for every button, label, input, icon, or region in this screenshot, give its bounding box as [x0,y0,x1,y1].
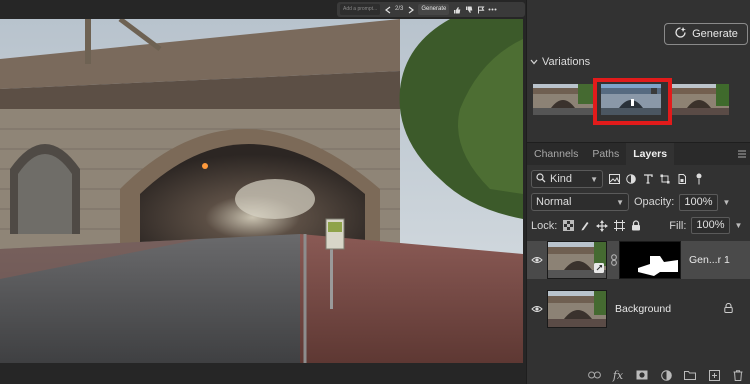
visibility-eye-icon[interactable] [527,256,547,264]
layer-row-generative[interactable]: Gen...r 1 [527,241,750,279]
context-generate-button[interactable]: Generate [418,4,450,15]
variations-gallery [533,78,745,125]
lock-image-pixels-icon[interactable] [579,220,591,232]
chevron-down-icon: ▼ [616,197,624,207]
variation-image [669,84,729,115]
flag-icon[interactable] [476,5,485,14]
layer-mask-image [620,242,680,278]
selected-variation-highlight [593,78,672,125]
delete-layer-icon[interactable] [731,368,745,382]
more-options-icon[interactable] [488,5,497,14]
new-layer-icon[interactable] [707,368,721,382]
blend-row: Normal ▼ Opacity: 100% ▼ [527,193,750,211]
canvas-image[interactable] [0,19,523,363]
next-variation-icon[interactable] [406,5,415,14]
lock-all-icon[interactable] [630,220,642,232]
panel-menu-icon[interactable] [733,143,750,165]
smart-object-filter-icon[interactable] [676,173,688,185]
variation-image [533,84,593,115]
add-mask-icon[interactable] [635,368,649,382]
tunnel-photo [0,19,523,363]
blend-mode-value: Normal [536,196,572,208]
lock-row: Lock: Fill: 100% ▼ [527,217,750,234]
panel-tabs: Channels Paths Layers [527,143,750,165]
tab-layers[interactable]: Layers [626,143,675,165]
filter-toggle-icon[interactable] [693,173,705,185]
layer-name[interactable]: Background [615,303,671,315]
link-layers-icon[interactable] [587,368,601,382]
collapse-chevron-icon[interactable] [530,56,538,68]
generate-button-label: Generate [692,28,738,40]
layers-bottom-toolbar: fx [527,366,750,384]
layer-filter-row: Kind ▼ [527,170,750,188]
generate-label: Generate [421,6,447,12]
lock-transparent-pixels-icon[interactable] [562,220,574,232]
thumbs-down-icon[interactable] [464,5,473,14]
variations-title: Variations [542,56,591,68]
layer-thumbnail[interactable] [547,290,607,328]
thumbs-up-icon[interactable] [452,5,461,14]
tab-channels[interactable]: Channels [527,143,585,165]
pixel-layer-filter-icon[interactable] [608,173,620,185]
search-icon [536,172,546,186]
blend-mode-select[interactable]: Normal ▼ [531,193,629,211]
generate-sparkle-icon [674,26,687,42]
opacity-field[interactable]: 100% [679,193,718,211]
mask-link-icon[interactable] [609,254,619,266]
layer-mask-thumbnail[interactable] [619,241,681,279]
contextual-task-bar: Add a prompt... 2/3 Generate [337,2,525,17]
opacity-label: Opacity: [634,196,675,208]
variation-thumbnail-1[interactable] [533,84,593,115]
type-layer-filter-icon[interactable] [642,173,654,185]
layer-thumbnail[interactable] [547,241,607,279]
variation-thumbnail-3[interactable] [669,84,729,115]
photoshop-window: Add a prompt... 2/3 Generate Generate Va… [0,0,750,384]
chevron-down-icon: ▼ [590,174,598,184]
layer-thumbnail-image [548,291,606,327]
layer-lock-icon[interactable] [724,302,733,316]
layer-name[interactable]: Gen...r 1 [689,254,730,266]
fill-field[interactable]: 100% [691,217,730,234]
generate-button[interactable]: Generate [664,23,748,45]
adjustment-layer-filter-icon[interactable] [625,173,637,185]
lock-label: Lock: [531,219,558,232]
generative-layer-badge-icon [594,263,604,276]
properties-panel: Generate Variations Channels Paths Layer… [526,0,750,384]
layer-row-background[interactable]: Background [527,290,750,328]
adjustment-layer-icon[interactable] [659,368,673,382]
fill-label: Fill: [669,219,687,232]
previous-variation-icon[interactable] [383,5,392,14]
layer-effects-icon[interactable]: fx [611,368,625,382]
new-group-icon[interactable] [683,368,697,382]
visibility-eye-icon[interactable] [527,305,547,313]
document-canvas[interactable]: Add a prompt... 2/3 Generate [0,0,526,384]
filter-kind-label: Kind [550,173,573,185]
shape-layer-filter-icon[interactable] [659,173,671,185]
variation-counter: 2/3 [395,6,404,12]
prompt-input[interactable]: Add a prompt... [340,4,380,15]
lock-artboard-icon[interactable] [613,220,625,232]
fill-chevron-icon[interactable]: ▼ [735,221,743,230]
tab-paths[interactable]: Paths [585,143,626,165]
opacity-chevron-icon[interactable]: ▼ [723,198,731,207]
filter-kind-select[interactable]: Kind ▼ [531,170,603,188]
variations-header[interactable]: Variations [530,56,590,68]
lock-position-icon[interactable] [596,219,609,232]
